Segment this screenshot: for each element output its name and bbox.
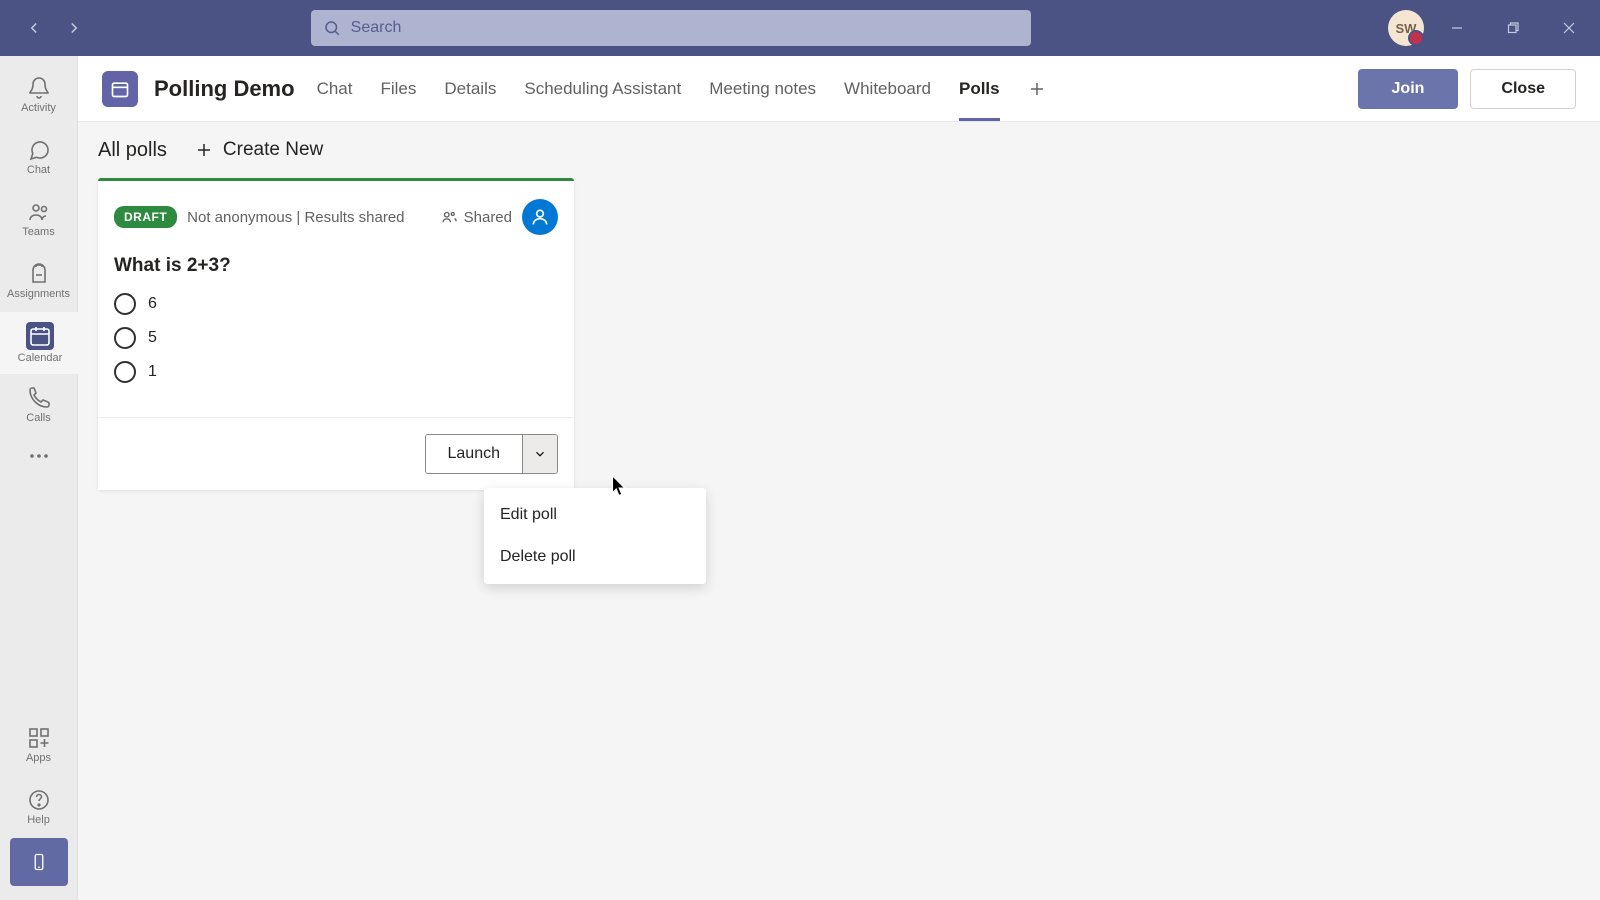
edit-poll-item[interactable]: Edit poll [484, 494, 706, 536]
poll-option[interactable]: 6 [114, 293, 558, 315]
titlebar: SW [0, 0, 1600, 56]
polls-toolbar: All polls Create New [78, 122, 1600, 178]
poll-option-label: 1 [148, 363, 157, 381]
poll-option[interactable]: 1 [114, 361, 558, 383]
poll-owner-avatar[interactable] [522, 199, 558, 235]
more-icon [27, 444, 51, 468]
all-polls-label: All polls [98, 139, 167, 162]
user-avatar[interactable]: SW [1388, 10, 1424, 46]
apps-icon [27, 726, 51, 750]
tab-scheduling-assistant[interactable]: Scheduling Assistant [524, 56, 681, 121]
people-icon [440, 208, 458, 226]
tab-meeting-notes[interactable]: Meeting notes [709, 56, 816, 121]
poll-option[interactable]: 5 [114, 327, 558, 349]
tab-details[interactable]: Details [444, 56, 496, 121]
backpack-icon [27, 262, 51, 286]
tab-whiteboard[interactable]: Whiteboard [844, 56, 931, 121]
rail-label: Calls [26, 412, 50, 424]
maximize-button[interactable] [1490, 10, 1536, 46]
radio-icon [114, 327, 136, 349]
rail-label: Help [27, 814, 50, 826]
rail-label: Chat [27, 164, 50, 176]
rail-assignments[interactable]: Assignments [0, 250, 78, 312]
search-input[interactable] [351, 19, 1019, 37]
rail-label: Activity [21, 102, 56, 114]
search-box[interactable] [311, 10, 1031, 46]
radio-icon [114, 293, 136, 315]
launch-dropdown-menu: Edit poll Delete poll [484, 488, 706, 584]
tab-files[interactable]: Files [380, 56, 416, 121]
create-new-button[interactable]: Create New [195, 139, 323, 161]
plus-icon [195, 141, 213, 159]
launch-split-button: Launch [425, 434, 559, 474]
poll-option-label: 5 [148, 329, 157, 347]
rail-help[interactable]: Help [0, 776, 78, 838]
tab-chat[interactable]: Chat [317, 56, 353, 121]
poll-option-label: 6 [148, 295, 157, 313]
rail-label: Assignments [7, 288, 70, 300]
search-icon [323, 19, 341, 37]
rail-teams[interactable]: Teams [0, 188, 78, 250]
person-icon [530, 207, 550, 227]
shared-label: Shared [440, 208, 512, 226]
bell-icon [27, 76, 51, 100]
delete-poll-item[interactable]: Delete poll [484, 536, 706, 578]
teams-icon [27, 200, 51, 224]
close-button[interactable]: Close [1470, 69, 1576, 109]
plus-icon [1028, 80, 1046, 98]
phone-icon [27, 386, 51, 410]
minimize-button[interactable] [1434, 10, 1480, 46]
chat-icon [27, 138, 51, 162]
meeting-header: Polling Demo Chat Files Details Scheduli… [78, 56, 1600, 122]
poll-meta: Not anonymous | Results shared [187, 209, 404, 226]
poll-question: What is 2+3? [114, 255, 558, 277]
draft-badge: DRAFT [114, 206, 177, 228]
rail-label: Teams [22, 226, 54, 238]
rail-apps[interactable]: Apps [0, 714, 78, 776]
chevron-down-icon [533, 447, 547, 461]
join-button[interactable]: Join [1358, 69, 1459, 109]
create-new-label: Create New [223, 139, 323, 161]
rail-more[interactable] [0, 436, 78, 476]
mobile-icon [30, 849, 48, 875]
launch-dropdown-button[interactable] [522, 435, 557, 473]
help-icon [27, 788, 51, 812]
launch-button[interactable]: Launch [426, 435, 523, 473]
nav-forward-button[interactable] [56, 10, 92, 46]
poll-card: DRAFT Not anonymous | Results shared Sha… [98, 178, 574, 490]
rail-label: Calendar [18, 352, 63, 364]
rail-activity[interactable]: Activity [0, 64, 78, 126]
rail-label: Apps [26, 752, 51, 764]
rail-chat[interactable]: Chat [0, 126, 78, 188]
tab-polls[interactable]: Polls [959, 56, 1000, 121]
close-window-button[interactable] [1546, 10, 1592, 46]
rail-mobile-button[interactable] [10, 838, 68, 886]
add-tab-button[interactable] [1028, 80, 1046, 98]
app-rail: Activity Chat Teams Assignments Calendar… [0, 56, 78, 900]
nav-back-button[interactable] [16, 10, 52, 46]
calendar-icon [28, 324, 52, 348]
radio-icon [114, 361, 136, 383]
meeting-title: Polling Demo [154, 76, 295, 102]
rail-calendar[interactable]: Calendar [0, 312, 78, 374]
calendar-app-icon [102, 71, 138, 107]
rail-calls[interactable]: Calls [0, 374, 78, 436]
